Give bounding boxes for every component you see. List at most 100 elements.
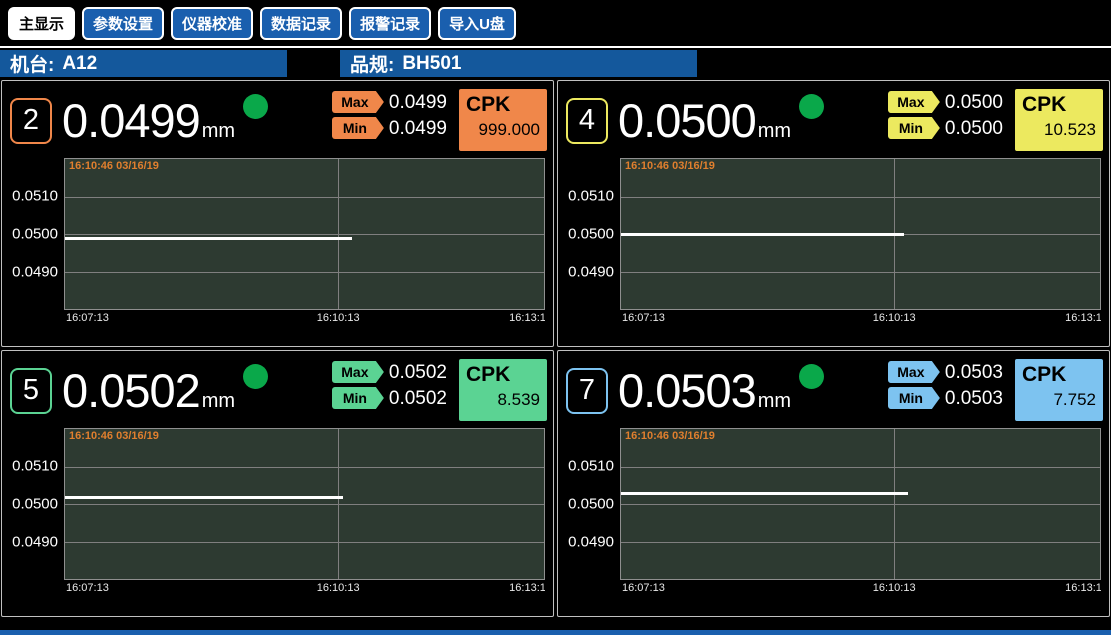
measurement-unit: mm (758, 120, 791, 143)
x-tick: 16:10:13 (873, 582, 916, 594)
min-value: 0.0500 (945, 119, 1003, 138)
tab-alarm-records[interactable]: 报警记录 (349, 7, 431, 40)
y-tick: 0.0490 (12, 264, 58, 281)
cpk-label: CPK (466, 362, 540, 387)
panel-header: 4 0.0500 mm Max 0.0500 Min 0.0500 CPK 10… (558, 81, 1109, 155)
chart-timestamp: 16:10:46 03/16/19 (69, 160, 159, 172)
grid-line (65, 197, 544, 198)
measurement-readout: 0.0499 mm (62, 97, 235, 144)
x-tick: 16:07:13 (622, 582, 665, 594)
measurement-value: 0.0503 (618, 367, 756, 414)
x-axis: 16:07:13 16:10:13 16:13:13 (64, 312, 545, 327)
y-tick: 0.0500 (568, 496, 614, 513)
minmax-block: Max 0.0503 Min 0.0503 (888, 361, 1003, 409)
trend-chart: 16:10:46 03/16/19 (64, 158, 545, 310)
min-row: Min 0.0500 (888, 117, 1003, 139)
chart-row: 0.0510 0.0500 0.0490 16:10:46 03/16/19 (2, 428, 545, 580)
panel-header: 7 0.0503 mm Max 0.0503 Min 0.0503 CPK 7.… (558, 351, 1109, 425)
minmax-block: Max 0.0502 Min 0.0502 (332, 361, 447, 409)
x-tick: 16:07:13 (66, 312, 109, 324)
x-axis: 16:07:13 16:10:13 16:13:13 (64, 582, 545, 597)
chart-row: 0.0510 0.0500 0.0490 16:10:46 03/16/19 (558, 428, 1101, 580)
cpk-label: CPK (1022, 92, 1096, 117)
status-indicator (799, 94, 824, 119)
cpk-label: CPK (1022, 362, 1096, 387)
panel-header: 2 0.0499 mm Max 0.0499 Min 0.0499 CPK 99… (2, 81, 553, 155)
status-indicator (243, 94, 268, 119)
y-axis: 0.0510 0.0500 0.0490 (2, 428, 64, 580)
separator-line (0, 46, 1111, 48)
chart-timestamp: 16:10:46 03/16/19 (625, 430, 715, 442)
x-tick: 16:13:13 (509, 312, 545, 324)
grid-line (621, 504, 1100, 505)
max-badge: Max (888, 91, 940, 113)
channel-number: 7 (566, 368, 608, 414)
min-badge: Min (332, 117, 384, 139)
measurement-value: 0.0502 (62, 367, 200, 414)
measurement-unit: mm (202, 120, 235, 143)
y-tick: 0.0510 (568, 458, 614, 475)
x-tick: 16:10:13 (317, 312, 360, 324)
max-badge: Max (888, 361, 940, 383)
tab-bar: 主显示 参数设置 仪器校准 数据记录 报警记录 导入U盘 (0, 0, 1111, 46)
product-label: 品规: (350, 50, 394, 77)
tab-instrument-calibration[interactable]: 仪器校准 (171, 7, 253, 40)
cpk-value: 8.539 (466, 390, 540, 410)
channel-panel-5: 5 0.0502 mm Max 0.0502 Min 0.0502 CPK 8.… (1, 350, 554, 617)
panel-grid: 2 0.0499 mm Max 0.0499 Min 0.0499 CPK 99… (0, 80, 1111, 617)
min-value: 0.0503 (945, 389, 1003, 408)
max-value: 0.0499 (389, 93, 447, 112)
product-bar: 品规: BH501 (340, 50, 697, 77)
measurement-unit: mm (202, 390, 235, 413)
status-indicator (799, 364, 824, 389)
min-badge: Min (888, 117, 940, 139)
min-row: Min 0.0499 (332, 117, 447, 139)
max-value: 0.0502 (389, 363, 447, 382)
channel-panel-4: 4 0.0500 mm Max 0.0500 Min 0.0500 CPK 10… (557, 80, 1110, 347)
grid-line (621, 197, 1100, 198)
x-tick: 16:10:13 (873, 312, 916, 324)
tab-main-display[interactable]: 主显示 (8, 7, 75, 40)
tab-parameter-settings[interactable]: 参数设置 (82, 7, 164, 40)
grid-line (338, 429, 339, 579)
channel-number: 5 (10, 368, 52, 414)
chart-timestamp: 16:10:46 03/16/19 (69, 430, 159, 442)
grid-line (65, 467, 544, 468)
trend-chart: 16:10:46 03/16/19 (620, 158, 1101, 310)
x-axis: 16:07:13 16:10:13 16:13:13 (620, 582, 1101, 597)
measurement-unit: mm (758, 390, 791, 413)
trend-chart: 16:10:46 03/16/19 (64, 428, 545, 580)
max-row: Max 0.0500 (888, 91, 1003, 113)
cpk-box: CPK 999.000 (459, 89, 547, 151)
max-value: 0.0503 (945, 363, 1003, 382)
tab-export-usb[interactable]: 导入U盘 (438, 7, 516, 40)
grid-line (894, 429, 895, 579)
y-tick: 0.0500 (568, 226, 614, 243)
channel-number: 2 (10, 98, 52, 144)
machine-label: 机台: (10, 50, 54, 77)
grid-line (338, 159, 339, 309)
x-axis: 16:07:13 16:10:13 16:13:13 (620, 312, 1101, 327)
measurement-value: 0.0500 (618, 97, 756, 144)
channel-number: 4 (566, 98, 608, 144)
min-row: Min 0.0502 (332, 387, 447, 409)
cpk-box: CPK 7.752 (1015, 359, 1103, 421)
y-axis: 0.0510 0.0500 0.0490 (2, 158, 64, 310)
cpk-label: CPK (466, 92, 540, 117)
cpk-value: 999.000 (466, 120, 540, 140)
x-tick: 16:07:13 (66, 582, 109, 594)
chart-trace (65, 237, 352, 240)
cpk-box: CPK 8.539 (459, 359, 547, 421)
min-value: 0.0502 (389, 389, 447, 408)
y-tick: 0.0490 (568, 264, 614, 281)
grid-line (621, 272, 1100, 273)
cpk-box: CPK 10.523 (1015, 89, 1103, 151)
panel-header: 5 0.0502 mm Max 0.0502 Min 0.0502 CPK 8.… (2, 351, 553, 425)
grid-line (65, 504, 544, 505)
x-tick: 16:13:13 (509, 582, 545, 594)
max-row: Max 0.0502 (332, 361, 447, 383)
tab-data-records[interactable]: 数据记录 (260, 7, 342, 40)
y-tick: 0.0490 (12, 534, 58, 551)
max-badge: Max (332, 361, 384, 383)
y-axis: 0.0510 0.0500 0.0490 (558, 158, 620, 310)
